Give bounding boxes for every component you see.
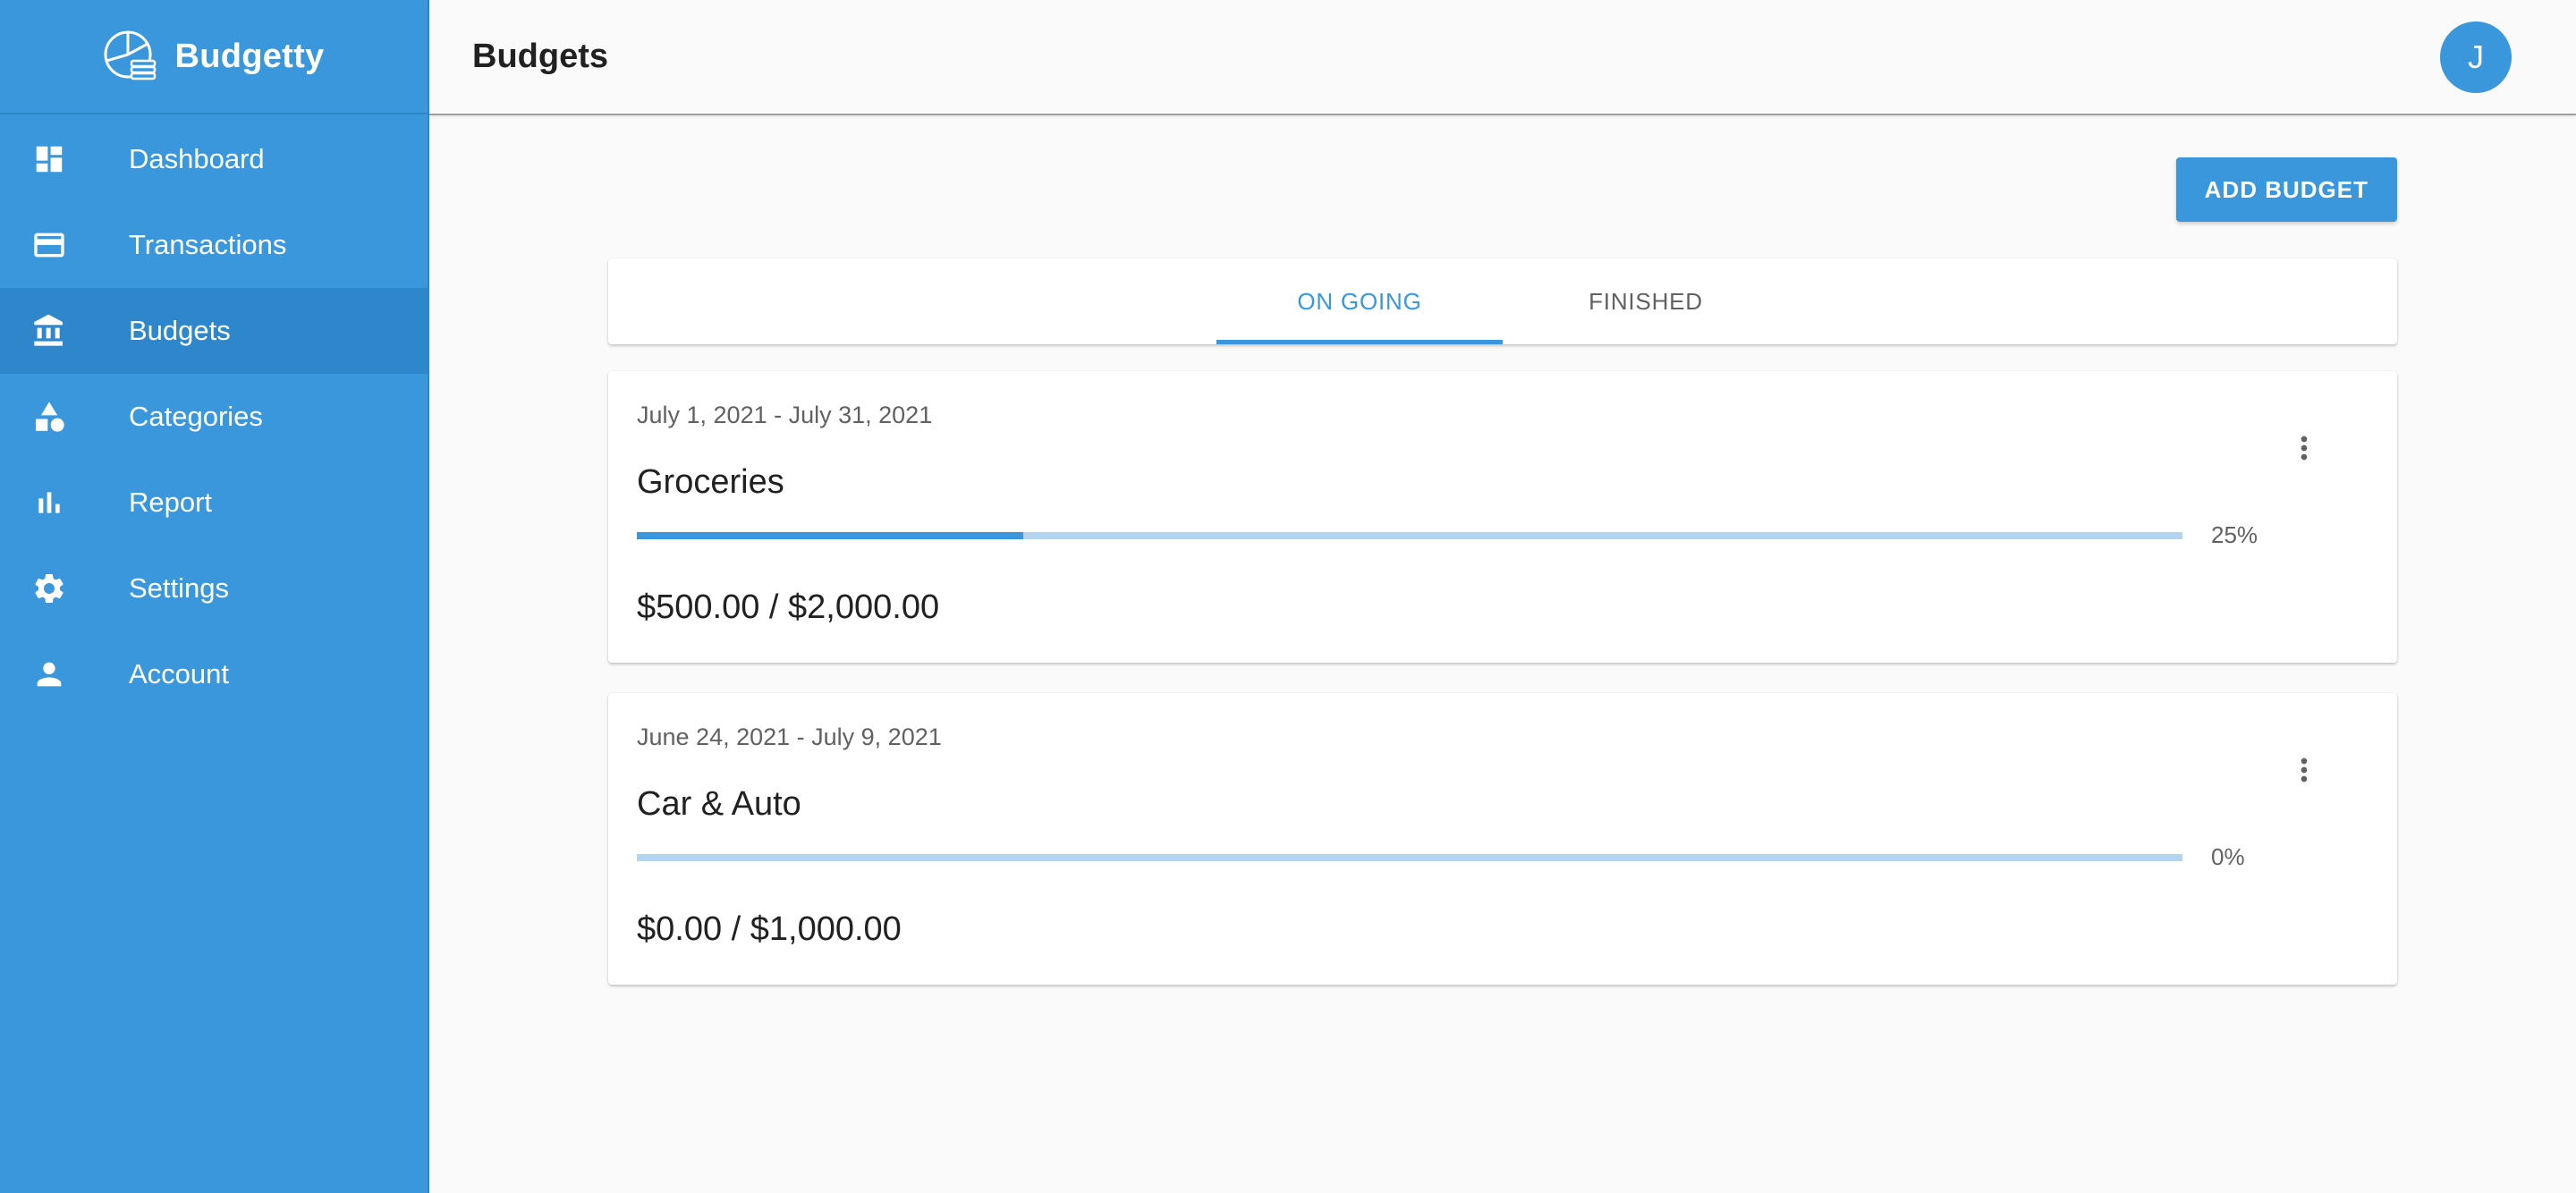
sidebar-item-budgets[interactable]: Budgets: [0, 288, 428, 374]
budget-card[interactable]: June 24, 2021 - July 9, 2021 Car & Auto …: [608, 693, 2397, 985]
budget-progress: 25%: [637, 521, 2368, 549]
sidebar-item-transactions[interactable]: Transactions: [0, 202, 428, 288]
more-vert-icon: [2286, 752, 2322, 792]
progress-percent: 25%: [2211, 521, 2258, 548]
shapes-icon: [30, 398, 68, 436]
dashboard-icon: [30, 140, 68, 178]
app-name: Budgetty: [174, 37, 325, 75]
more-vert-icon: [2286, 430, 2322, 470]
sidebar-item-categories[interactable]: Categories: [0, 374, 428, 460]
top-bar: Budgets J: [429, 0, 2576, 115]
avatar[interactable]: J: [2440, 21, 2512, 93]
sidebar-item-report[interactable]: Report: [0, 460, 428, 546]
budget-tabs: ON GOING FINISHED: [608, 258, 2397, 344]
sidebar-item-dashboard[interactable]: Dashboard: [0, 116, 428, 202]
sidebar-item-account[interactable]: Account: [0, 631, 428, 717]
budget-amount: $0.00 / $1,000.00: [637, 910, 902, 948]
budget-name: Car & Auto: [637, 785, 801, 823]
sidebar-item-label: Dashboard: [129, 143, 265, 174]
app-root: Budgetty Dashboard Transactions Budgets: [0, 0, 2576, 1193]
tab-on-going[interactable]: ON GOING: [1216, 258, 1503, 344]
sidebar-item-label: Account: [129, 658, 230, 690]
budget-amount: $500.00 / $2,000.00: [637, 588, 940, 626]
budget-card[interactable]: July 1, 2021 - July 31, 2021 Groceries 2…: [608, 371, 2397, 663]
brand[interactable]: Budgetty: [0, 0, 428, 114]
bar-chart-icon: [30, 484, 68, 521]
sidebar-item-label: Categories: [129, 401, 263, 432]
sidebar-item-label: Settings: [129, 572, 230, 604]
budget-date-range: June 24, 2021 - July 9, 2021: [637, 723, 942, 750]
sidebar-nav: Dashboard Transactions Budgets Categorie…: [0, 116, 428, 717]
sidebar-item-label: Transactions: [129, 229, 287, 260]
progress-track: [637, 853, 2182, 861]
progress-percent: 0%: [2211, 843, 2245, 870]
credit-card-icon: [30, 226, 68, 264]
budgetty-logo-icon: [103, 29, 158, 84]
progress-track: [637, 531, 2182, 539]
main-content: ADD BUDGET ON GOING FINISHED July 1, 202…: [608, 115, 2397, 985]
person-icon: [30, 656, 68, 693]
sidebar: Budgetty Dashboard Transactions Budgets: [0, 0, 429, 1193]
more-options-button[interactable]: [2283, 750, 2326, 793]
tab-finished[interactable]: FINISHED: [1503, 258, 1789, 344]
budget-progress: 0%: [637, 843, 2368, 871]
sidebar-item-settings[interactable]: Settings: [0, 546, 428, 631]
budget-name: Groceries: [637, 463, 784, 501]
gear-icon: [30, 570, 68, 607]
sidebar-item-label: Report: [129, 487, 213, 518]
sidebar-item-label: Budgets: [129, 315, 231, 346]
budget-date-range: July 1, 2021 - July 31, 2021: [637, 402, 933, 428]
more-options-button[interactable]: [2283, 428, 2326, 471]
toolbar: ADD BUDGET: [608, 115, 2397, 258]
bank-icon: [30, 312, 68, 350]
page-title: Budgets: [472, 38, 608, 75]
add-budget-button[interactable]: ADD BUDGET: [2175, 157, 2397, 222]
progress-fill: [637, 531, 1023, 539]
